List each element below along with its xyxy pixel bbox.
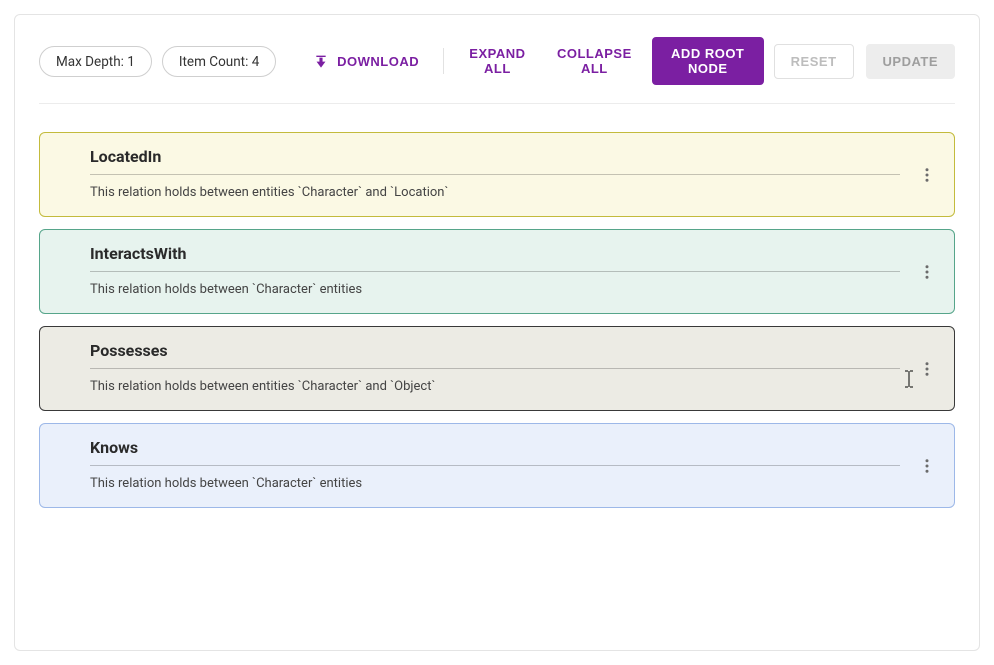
- more-vert-icon: [918, 166, 936, 184]
- relation-card[interactable]: Knows This relation holds between `Chara…: [39, 423, 955, 508]
- card-description: This relation holds between `Character` …: [90, 282, 900, 297]
- editor-panel: Max Depth: 1 Item Count: 4 DOWNLOAD EXPA…: [14, 14, 980, 651]
- reset-button[interactable]: RESET: [774, 44, 854, 79]
- card-rule: [90, 465, 900, 466]
- card-description: This relation holds between `Character` …: [90, 476, 900, 491]
- card-title: LocatedIn: [90, 147, 900, 166]
- expand-all-button[interactable]: EXPAND ALL: [458, 38, 537, 84]
- card-title: Possesses: [90, 341, 900, 360]
- card-rule: [90, 271, 900, 272]
- download-label: DOWNLOAD: [337, 54, 419, 69]
- toolbar: Max Depth: 1 Item Count: 4 DOWNLOAD EXPA…: [39, 37, 955, 104]
- add-root-node-button[interactable]: ADD ROOT NODE: [652, 37, 764, 85]
- more-vert-icon: [918, 457, 936, 475]
- relation-card[interactable]: Possesses This relation holds between en…: [39, 326, 955, 411]
- relation-card[interactable]: InteractsWith This relation holds betwee…: [39, 229, 955, 314]
- collapse-all-button[interactable]: COLLAPSE ALL: [547, 38, 642, 84]
- relation-card[interactable]: LocatedIn This relation holds between en…: [39, 132, 955, 217]
- item-count-chip[interactable]: Item Count: 4: [162, 46, 276, 77]
- card-menu-button[interactable]: [912, 451, 942, 481]
- card-rule: [90, 174, 900, 175]
- download-icon: [313, 53, 329, 69]
- max-depth-chip[interactable]: Max Depth: 1: [39, 46, 152, 77]
- card-description: This relation holds between entities `Ch…: [90, 185, 900, 200]
- card-menu-button[interactable]: [912, 160, 942, 190]
- download-button[interactable]: DOWNLOAD: [303, 45, 429, 77]
- card-title: InteractsWith: [90, 244, 900, 263]
- card-rule: [90, 368, 900, 369]
- card-title: Knows: [90, 438, 900, 457]
- update-button[interactable]: UPDATE: [866, 44, 955, 79]
- cards-list: LocatedIn This relation holds between en…: [39, 132, 955, 508]
- more-vert-icon: [918, 263, 936, 281]
- toolbar-divider: [443, 48, 444, 74]
- more-vert-icon: [918, 360, 936, 378]
- card-menu-button[interactable]: [912, 354, 942, 384]
- card-menu-button[interactable]: [912, 257, 942, 287]
- card-description: This relation holds between entities `Ch…: [90, 379, 900, 394]
